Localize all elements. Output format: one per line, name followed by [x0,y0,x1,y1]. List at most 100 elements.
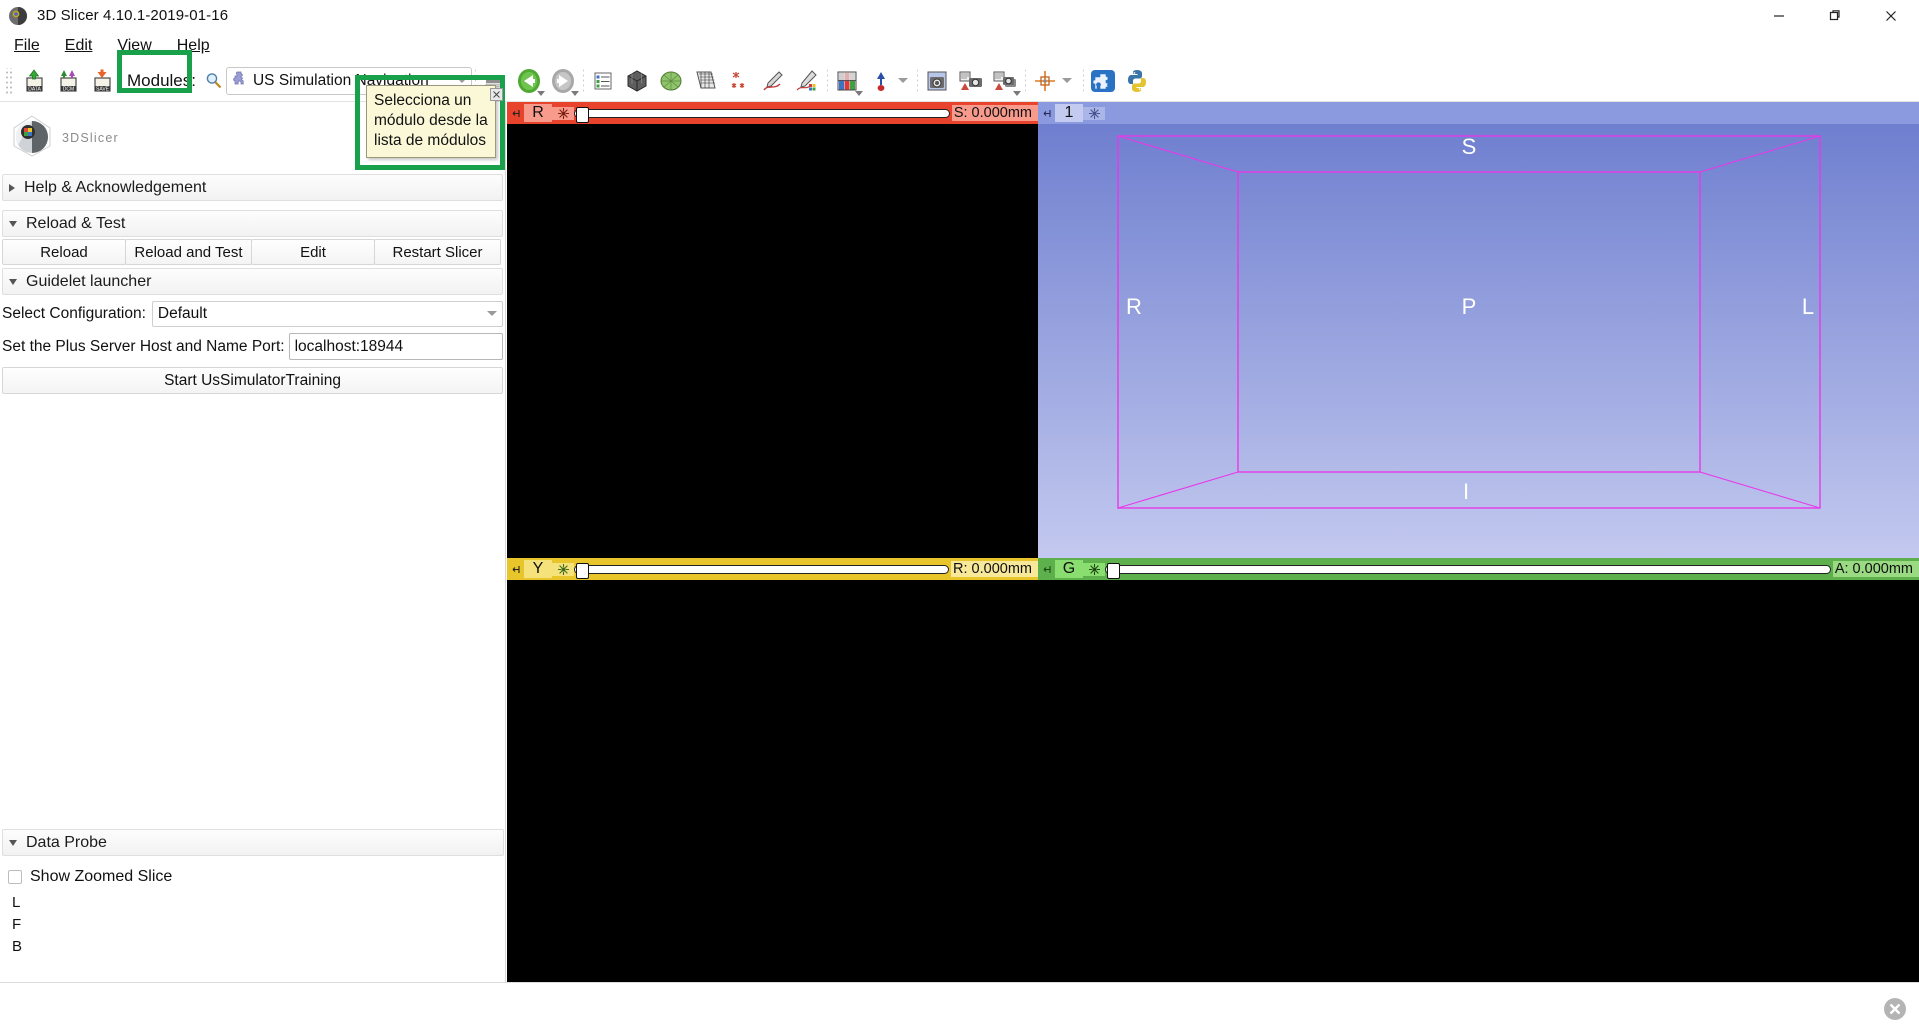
slice-slider-handle-red[interactable] [576,107,589,123]
redo-icon[interactable] [546,64,580,98]
title-bar: 3D Slicer 4.10.1-2019-01-16 [0,0,1919,32]
slice-canvas-green[interactable] [1038,580,1919,982]
segment-editor-icon[interactable] [830,64,864,98]
slice-slider-red[interactable] [574,109,950,118]
slice-slider-green[interactable] [1105,565,1831,574]
load-dicom-icon[interactable]: DCM [51,64,85,98]
show-zoomed-slice-row[interactable]: Show Zoomed Slice [0,862,506,892]
reload-button[interactable]: Reload [2,239,126,265]
pin-icon[interactable] [1038,564,1055,575]
slice-canvas-red[interactable] [507,124,1038,558]
menu-file[interactable]: File [3,35,51,57]
slice-view-yellow: Y R: 0.000mm [507,558,1038,982]
capture-dropdown-caret[interactable] [1013,91,1021,96]
markups-icon[interactable] [722,64,756,98]
threed-header: 1 [1038,102,1919,124]
slice-label-green[interactable]: G [1055,560,1083,578]
crosshair-dropdown-caret[interactable] [1062,78,1072,83]
select-configuration-label: Select Configuration: [2,305,146,323]
tooltip-close-icon[interactable] [490,88,503,101]
threed-view: 1 S R P L [1038,102,1919,558]
start-ussimulatortraining-button[interactable]: Start UsSimulatorTraining [2,367,503,394]
transforms-icon[interactable] [688,64,722,98]
section-data-probe[interactable]: Data Probe [2,829,504,856]
select-configuration-value: Default [158,305,487,323]
screenshot-icon[interactable] [920,64,954,98]
data-probe-line-l: L [0,892,506,914]
annotations-icon[interactable] [756,64,790,98]
slice-slider-yellow[interactable] [574,565,949,574]
toolbar-separator-2 [582,68,584,94]
close-icon[interactable] [1863,0,1919,32]
select-configuration-row: Select Configuration: Default [2,299,503,328]
load-data-icon[interactable]: DATA [17,64,51,98]
crosshair-icon[interactable] [1028,64,1062,98]
section-reload-test[interactable]: Reload & Test [2,210,503,237]
view-config-icon-red[interactable] [552,107,574,120]
plus-server-label: Set the Plus Server Host and Name Port: [2,338,285,356]
view-config-icon-yellow[interactable] [552,563,574,576]
section-guidelet-launcher[interactable]: Guidelet launcher [2,268,503,295]
pin-icon[interactable] [1038,108,1055,119]
show-zoomed-slice-checkbox[interactable] [8,870,22,884]
edit-button[interactable]: Edit [251,239,375,265]
slice-offset-red: S: 0.000mm [952,105,1038,121]
slice-canvas-yellow[interactable] [507,580,1038,982]
threed-canvas[interactable]: S R P L I [1038,124,1919,558]
scene-views-icon[interactable] [954,64,988,98]
maximize-icon[interactable] [1807,0,1863,32]
undo-dropdown-caret[interactable] [537,91,545,96]
undo-icon[interactable] [512,64,546,98]
toolbar-separator-3 [826,68,828,94]
puzzle-piece-icon [231,70,249,91]
slicer-logo-icon [8,6,28,26]
svg-text:DCM: DCM [63,86,74,92]
toolbar-grip[interactable] [4,68,13,94]
redo-dropdown-caret[interactable] [571,91,579,96]
slice-slider-handle-yellow[interactable] [576,563,589,579]
select-configuration-combobox[interactable]: Default [152,301,503,327]
toolbar-separator-4 [916,68,918,94]
svg-text:DATA: DATA [28,86,41,92]
module-panel-icon[interactable] [586,64,620,98]
tooltip-line-1: Selecciona un [374,91,488,111]
markups-fiducial-icon[interactable] [864,64,898,98]
threed-view-label[interactable]: 1 [1055,104,1083,122]
fiducial-dropdown-caret[interactable] [898,78,908,83]
plus-server-input[interactable]: localhost:18944 [289,333,503,360]
segment-editor-caret[interactable] [855,91,863,96]
volume-rendering-icon[interactable] [620,64,654,98]
chevron-down-icon [9,221,17,227]
svg-text:P: P [1462,294,1477,319]
toolbar-separator-6 [1082,68,1084,94]
slice-label-yellow[interactable]: Y [524,560,552,578]
view-config-icon-3d[interactable] [1083,107,1105,120]
highlight-modules-label [117,50,192,93]
capture-icon[interactable] [988,64,1022,98]
pin-icon[interactable] [507,564,524,575]
pin-icon[interactable] [507,108,524,119]
python-console-icon[interactable] [1120,64,1154,98]
view-config-icon-green[interactable] [1083,563,1105,576]
magnifier-icon[interactable] [202,67,226,95]
minimize-icon[interactable] [1751,0,1807,32]
menu-edit[interactable]: Edit [54,35,104,57]
slice-offset-green: A: 0.000mm [1833,561,1919,577]
slice-slider-handle-green[interactable] [1107,563,1120,579]
extension-manager-icon[interactable] [1086,64,1120,98]
slice-header-red: R S: 0.000mm [507,102,1038,124]
slice-header-yellow: Y R: 0.000mm [507,558,1038,580]
editor-icon[interactable] [790,64,824,98]
models-icon[interactable] [654,64,688,98]
slice-label-red[interactable]: R [524,104,552,122]
reload-and-test-button[interactable]: Reload and Test [125,239,252,265]
slicer-logo-icon [8,112,56,165]
tooltip-line-3: lista de módulos [374,131,488,151]
chevron-down-icon[interactable] [487,311,497,316]
save-icon[interactable]: SAVE [85,64,119,98]
section-help-acknowledgement[interactable]: Help & Acknowledgement [2,174,503,201]
restart-slicer-button[interactable]: Restart Slicer [374,239,501,265]
slice-view-red: R S: 0.000mm [507,102,1038,558]
status-close-icon[interactable] [1881,995,1911,1025]
data-probe-line-b: B [0,936,506,958]
